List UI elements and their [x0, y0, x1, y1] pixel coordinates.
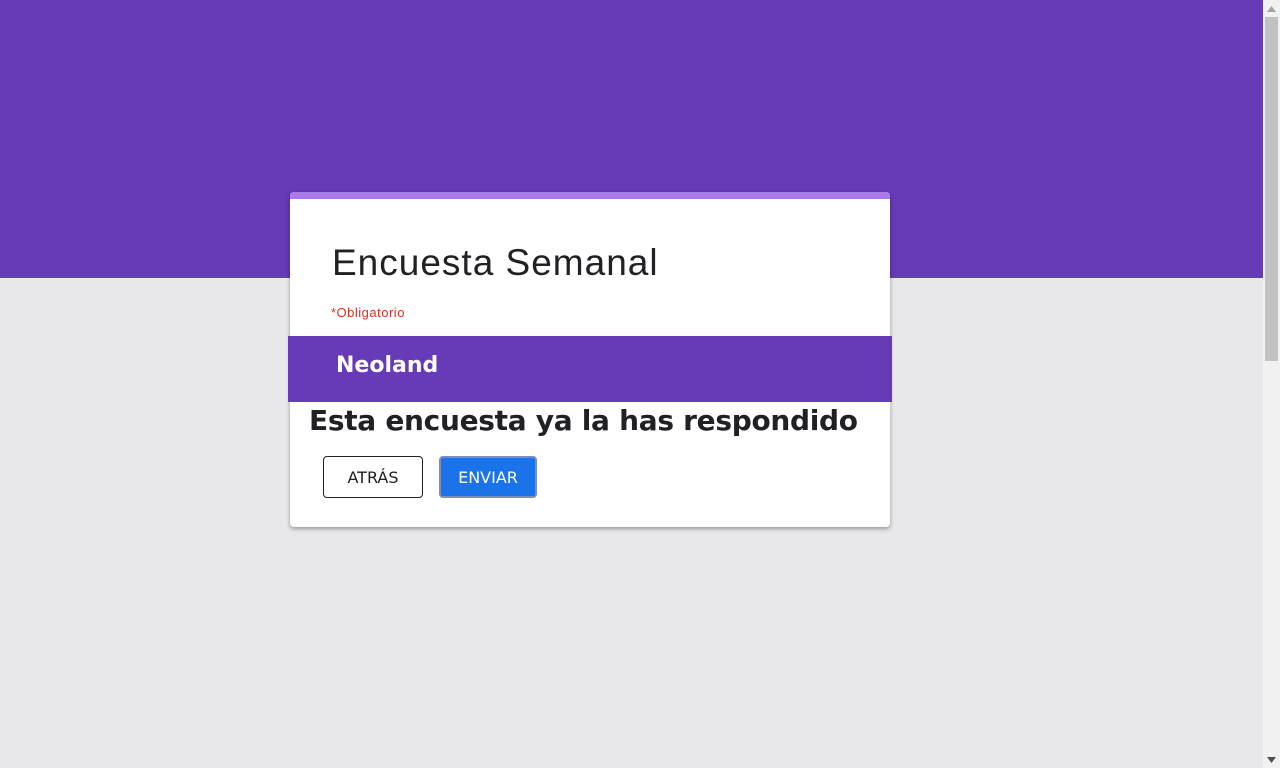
scroll-down-icon[interactable]: [1263, 751, 1280, 768]
back-button-label: ATRÁS: [347, 467, 399, 487]
vertical-scrollbar[interactable]: [1263, 0, 1280, 768]
scrollbar-thumb[interactable]: [1265, 17, 1278, 361]
form-title: Encuesta Semanal: [332, 242, 659, 283]
form-card: Encuesta Semanal *Obligatorio Neoland Es…: [288, 192, 892, 527]
section-title: Neoland: [336, 353, 439, 378]
scroll-up-icon[interactable]: [1263, 0, 1280, 17]
back-button[interactable]: ATRÁS: [323, 456, 423, 498]
card-accent-bar: [290, 192, 890, 199]
send-button-label: ENVIAR: [458, 467, 518, 487]
already-answered-message: Esta encuesta ya la has respondido: [309, 404, 858, 437]
page: Encuesta Semanal *Obligatorio Neoland Es…: [0, 0, 1280, 768]
section-header: Neoland: [288, 336, 892, 402]
required-note: *Obligatorio: [331, 305, 405, 320]
send-button[interactable]: ENVIAR: [439, 456, 537, 498]
